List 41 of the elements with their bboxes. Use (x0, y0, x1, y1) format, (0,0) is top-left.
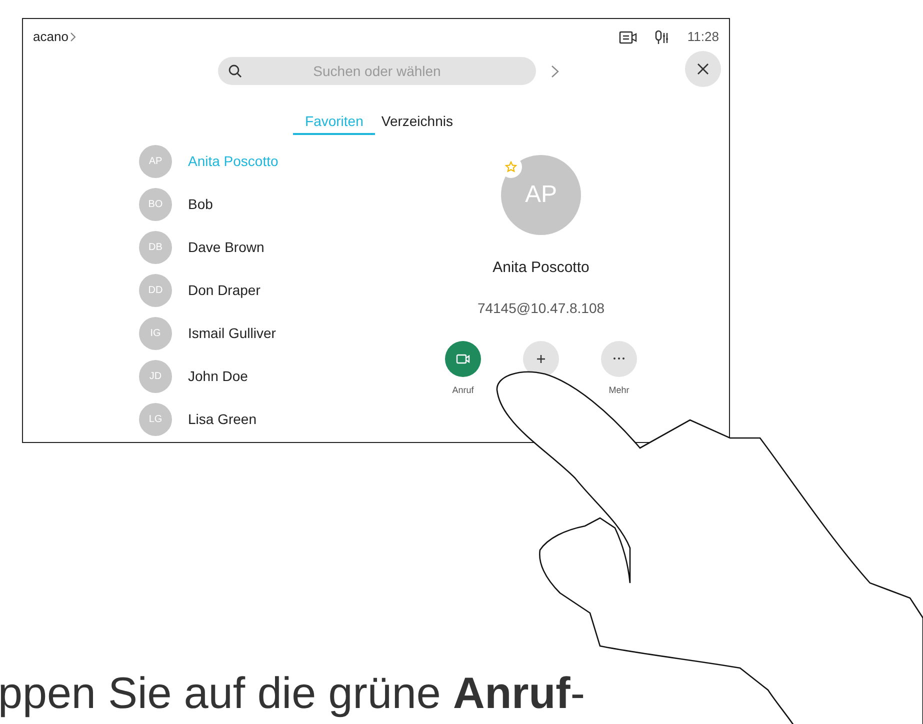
action-label: Anruf (452, 384, 474, 396)
breadcrumb[interactable]: acano (33, 27, 68, 47)
action-label: Mehr (608, 384, 630, 396)
search-icon (228, 64, 242, 78)
avatar-initials: JD (139, 360, 172, 392)
contact-name: Anita Poscotto (492, 258, 590, 278)
contact-name: Dave Brown (188, 238, 264, 256)
chevron-right-icon (70, 32, 76, 42)
avatar-initials: IG (139, 316, 172, 350)
avatar-initials: LG (139, 402, 172, 436)
contact-address: 74145@10.47.8.108 (477, 298, 605, 318)
close-button[interactable] (685, 51, 721, 87)
microphone-settings-icon[interactable] (655, 30, 670, 44)
avatar-initials: AP (139, 144, 172, 178)
contact-name: Bob (188, 194, 213, 214)
contact-name: Anita Poscotto (188, 152, 278, 170)
contact-item[interactable]: DD Don Draper (139, 274, 399, 306)
avatar-initials: DB (139, 230, 172, 264)
close-icon (697, 63, 709, 75)
contact-name: John Doe (188, 366, 248, 386)
contact-name: Lisa Green (188, 410, 256, 428)
chevron-right-icon[interactable] (551, 65, 559, 78)
search-field[interactable]: Suchen oder wählen (218, 57, 536, 85)
contact-item[interactable]: JD John Doe (139, 360, 399, 392)
avatar-initials: BO (139, 188, 172, 220)
tab[interactable]: Verzeichnis (375, 109, 459, 135)
avatar-initials: DD (139, 274, 172, 306)
camera-settings-icon[interactable] (619, 30, 638, 44)
video-camera-icon (456, 354, 470, 364)
instruction-text: ppen Sie auf die grüne Anruf- (0, 668, 585, 720)
contact-name: Don Draper (188, 280, 260, 300)
contact-item[interactable]: BO Bob (139, 188, 399, 220)
more-icon (613, 357, 625, 360)
contact-item[interactable]: LG Lisa Green (139, 403, 399, 435)
action-button[interactable] (523, 340, 559, 376)
contact-item[interactable]: IG Ismail Gulliver (139, 317, 399, 349)
contact-name: Ismail Gulliver (188, 324, 276, 342)
clock-time: 11:28 (687, 28, 719, 46)
avatar-initials: AP (501, 155, 581, 235)
plus-icon (536, 354, 546, 364)
contact-item[interactable]: DB Dave Brown (139, 231, 399, 263)
